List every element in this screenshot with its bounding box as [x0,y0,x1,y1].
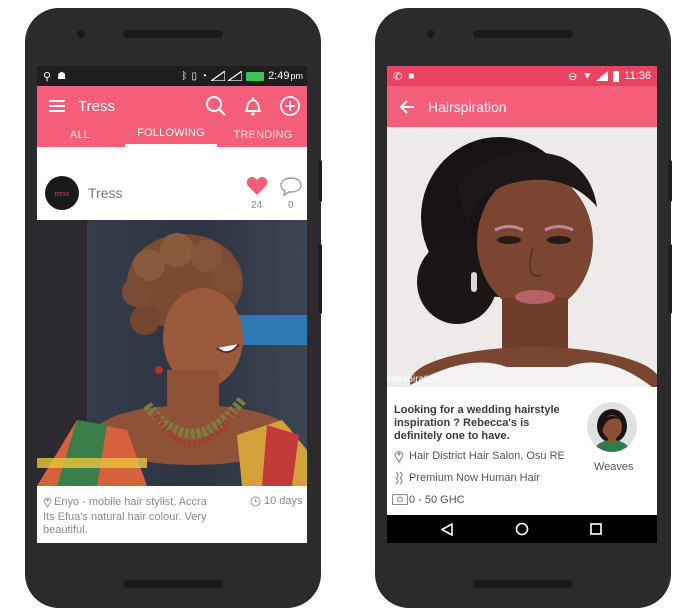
battery-icon [246,71,265,81]
post-description: Looking for a wedding hairstyle inspirat… [394,404,560,442]
signal-icon [211,71,226,81]
android-icon: ☗ [57,70,67,82]
money-icon [392,494,408,505]
nav-recents-button[interactable] [584,515,608,543]
details-card: Looking for a wedding hairstyle inspirat… [387,387,657,515]
top-speaker [473,30,573,38]
category-avatar[interactable] [587,402,637,452]
wifi-icon: ◔ [201,70,208,82]
post-photo[interactable] [37,220,307,486]
clock-icon [250,496,261,507]
usb-icon: ⚲ [43,70,52,83]
home-circle-icon [515,522,529,536]
wifi-icon: ▼ [582,70,593,82]
bluetooth-icon: ᛒ [181,70,188,82]
hair-type: Premium Now Human Hair [409,472,540,484]
tab-trending[interactable]: TRENDING [219,122,307,147]
photo-caption: Hairspiration [387,374,441,385]
status-ampm: pm [290,71,303,81]
front-camera [77,30,85,38]
post-header: tress Tress 24 0 [37,147,307,220]
left-status-bar: ⚲ ☗ ᛒ ▯ ◔ 2:49 pm [37,66,307,86]
nav-back-button[interactable] [435,515,459,543]
top-speaker [123,30,223,38]
search-icon[interactable] [205,95,227,117]
whatsapp-icon: ✆ [393,70,403,83]
do-not-disturb-icon: ⊖ [568,70,578,83]
post-caption: Its Efua's natural hair colour. Very bea… [43,511,207,536]
back-arrow-icon[interactable] [399,100,415,114]
category-label: Weaves [594,461,634,473]
menu-icon[interactable] [49,100,65,112]
post-location[interactable]: Enyo - mobile hair stylist, Accra [54,496,207,508]
weave-avatar-icon [594,409,630,452]
left-app-bar: Tress ALL FOLLOWING TRENDING [37,86,307,147]
status-time: 2:49 [268,70,290,82]
heart-icon[interactable] [246,176,268,196]
right-phone-volume-button [668,244,672,314]
post-time: 10 days [264,495,303,507]
tab-all[interactable]: ALL [37,122,123,147]
signal-icon-2 [228,71,243,81]
android-nav-bar [387,515,657,543]
post-footer: Enyo - mobile hair stylist, Accra 10 day… [37,486,307,543]
hair-strand-icon [395,471,403,485]
right-screen: ✆ ■ ⊖ ▼ 11:36 Hairspiration Hairspiratio… [387,66,657,543]
comment-icon[interactable] [280,176,302,196]
status-time: 11:36 [624,70,651,82]
right-phone-power-button [668,160,672,202]
right-status-bar: ✆ ■ ⊖ ▼ 11:36 [387,66,657,86]
recents-square-icon [590,523,602,535]
location-pin-icon [43,497,52,508]
front-camera [427,30,435,38]
left-phone-volume-button [318,244,322,314]
salon-name[interactable]: Hair District Hair Salon, Osu RE [409,450,565,462]
add-post-icon[interactable] [279,95,301,117]
location-pin-icon [394,450,404,463]
tab-following[interactable]: FOLLOWING [125,122,217,147]
notification-icon: ■ [408,70,415,82]
comments-count: 0 [288,200,294,211]
likes-count: 24 [251,200,263,211]
vibrate-icon: ▯ [191,70,198,82]
right-toolbar: Hairspiration [387,86,657,127]
signal-icon [596,71,609,81]
bottom-speaker [473,580,573,588]
page-title: Hairspiration [428,99,507,115]
avatar[interactable]: tress [45,176,79,210]
bottom-speaker [123,580,223,588]
avatar-logo-text: tress [54,188,70,198]
nav-home-button[interactable] [510,515,534,543]
bell-icon[interactable] [243,95,263,117]
left-phone-power-button [318,160,322,202]
app-title: Tress [78,98,115,115]
battery-icon [613,70,620,82]
left-screen: ⚲ ☗ ᛒ ▯ ◔ 2:49 pm Tress ALL FOLLOWING TR… [37,66,307,543]
post-author[interactable]: Tress [88,185,122,201]
hairstyle-photo[interactable] [387,127,657,387]
price-range: 0 - 50 GHC [409,494,465,506]
back-triangle-icon [441,522,453,536]
